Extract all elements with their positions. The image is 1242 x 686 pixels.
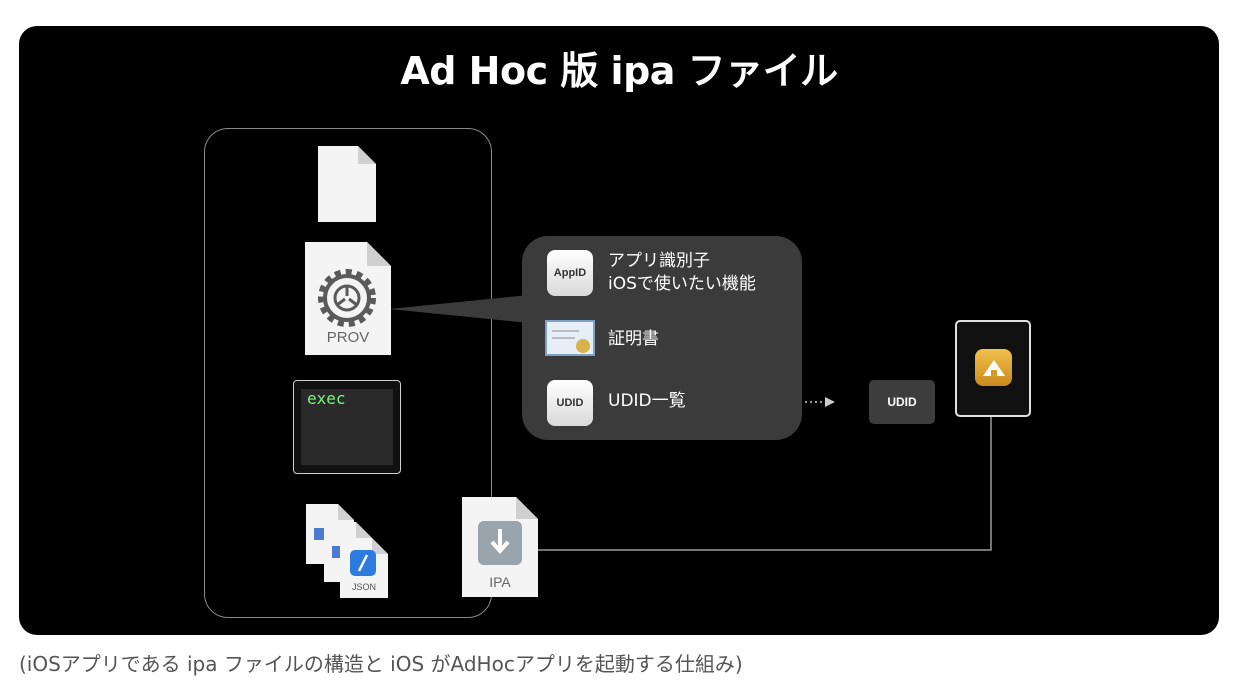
executable-icon: exec: [293, 380, 401, 474]
dotted-arrow-right: [825, 397, 835, 407]
exec-label: exec: [307, 389, 346, 408]
udid-list-text: UDID一覧: [608, 391, 686, 411]
ipa-label: IPA: [489, 574, 511, 590]
appid-line1: アプリ識別子: [608, 251, 710, 271]
certificate-icon: [545, 320, 595, 356]
certificate-text: 証明書: [608, 329, 659, 349]
provisioning-details-bubble: AppID アプリ識別子 iOSで使いたい機能 証明書 UDID UDID一覧: [522, 236, 802, 440]
bubble-tail: [389, 294, 539, 324]
json-label: JSON: [351, 582, 376, 592]
figure-caption: (iOSアプリである ipa ファイルの構造と iOS がAdHocアプリを起動…: [19, 652, 743, 676]
appid-icon: AppID: [547, 250, 593, 296]
device-udid-badge: UDID: [869, 380, 935, 424]
prov-label: PROV: [326, 329, 370, 346]
blank-document-icon: [318, 146, 376, 222]
app-icon: [975, 349, 1012, 386]
udid-icon: UDID: [547, 380, 593, 426]
ios-device: [955, 320, 1031, 417]
appid-line2: iOSで使いたい機能: [608, 274, 756, 294]
slide: Ad Hoc 版 ipa ファイル PROV exec JSON IPA App…: [19, 26, 1219, 635]
